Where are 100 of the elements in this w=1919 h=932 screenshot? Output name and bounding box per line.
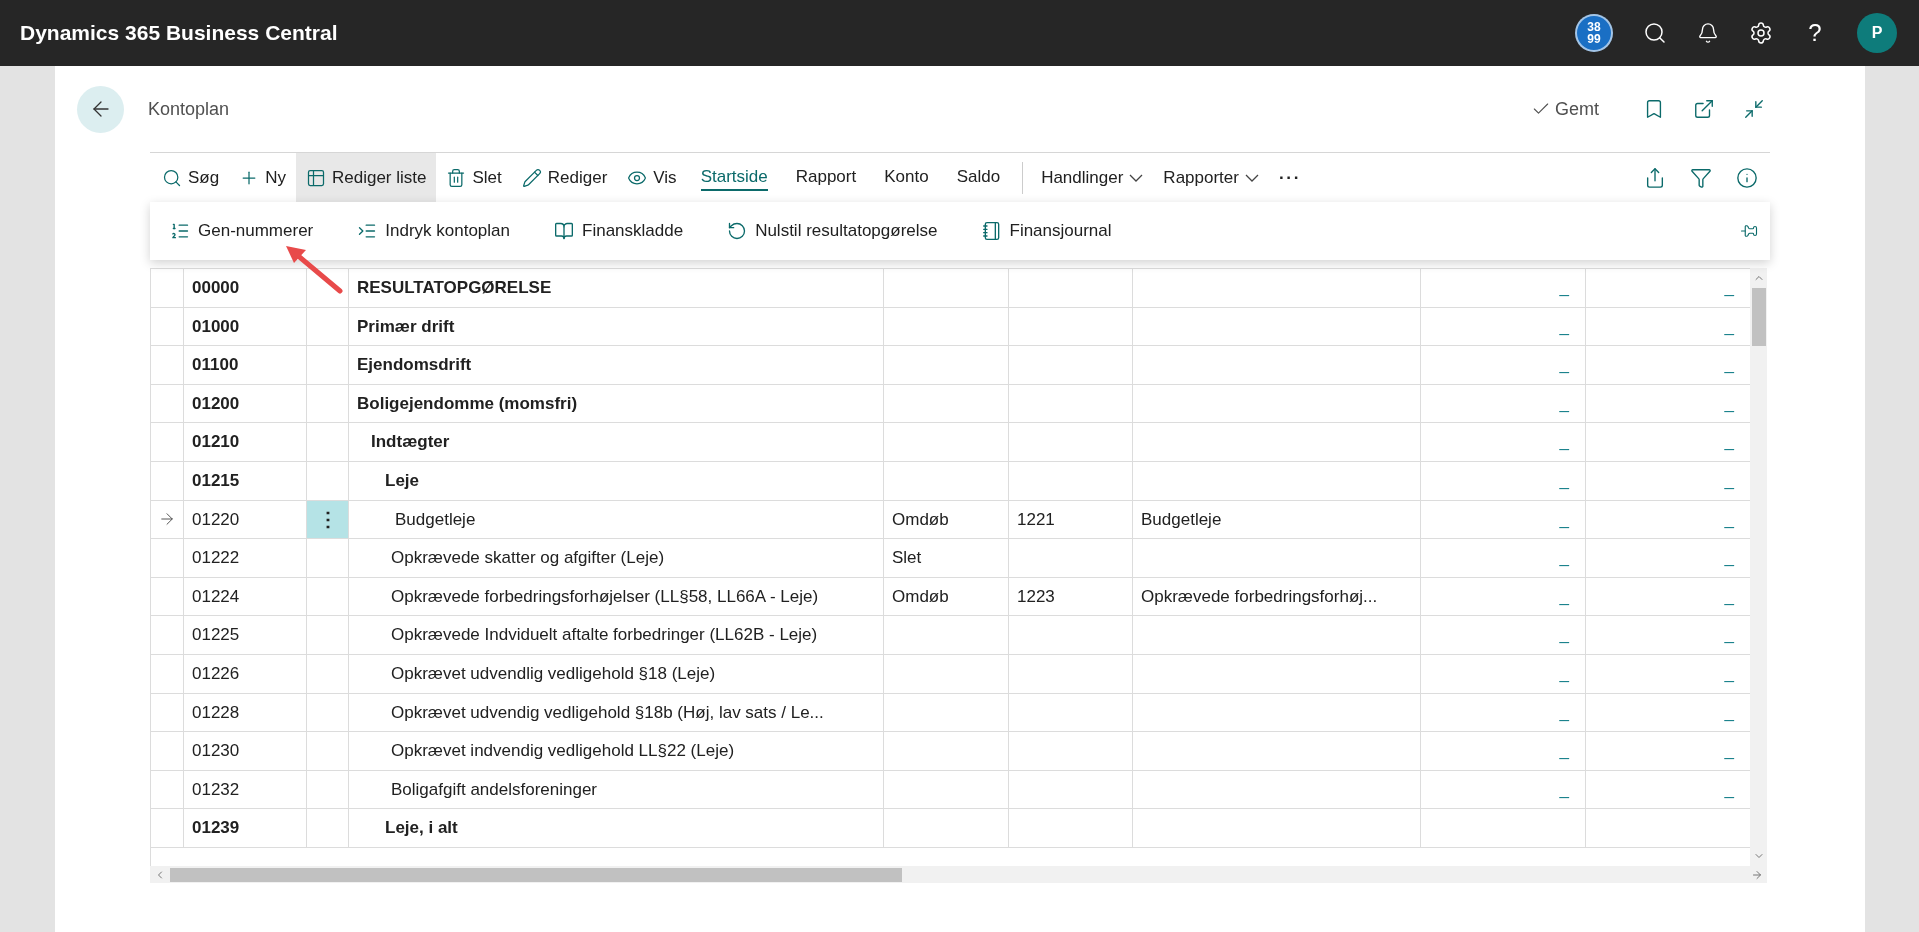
amount-link[interactable]: _ — [1559, 545, 1569, 571]
balance-link[interactable]: _ — [1724, 545, 1734, 571]
amount-link[interactable]: _ — [1559, 661, 1569, 687]
search-icon — [162, 167, 182, 188]
action-cell-text: Omdøb — [892, 585, 949, 608]
toolbar-menu[interactable]: Rapporter — [1153, 152, 1269, 203]
balance-link[interactable]: _ — [1724, 661, 1734, 687]
amount-link[interactable]: _ — [1559, 738, 1569, 764]
pin-icon[interactable] — [1740, 222, 1758, 240]
balance-link[interactable]: _ — [1724, 506, 1734, 533]
name-cell-text: Leje — [385, 470, 420, 492]
action-item[interactable]: Finansjournal — [973, 218, 1120, 244]
action-item[interactable]: Finanskladde — [546, 218, 692, 244]
new-number-cell-text: 1223 — [1017, 585, 1055, 608]
scrollbar-thumb[interactable] — [170, 867, 902, 882]
number-cell[interactable]: 01230 — [192, 738, 240, 764]
balance-link[interactable]: _ — [1724, 468, 1734, 494]
action-item[interactable]: Gen-nummerer — [162, 218, 322, 244]
toolbar-button[interactable]: Rediger — [511, 152, 618, 203]
number-cell[interactable]: 00000 — [192, 275, 240, 301]
horizontal-scrollbar[interactable] — [150, 866, 1767, 883]
ledger-icon — [981, 221, 1002, 241]
notification-badge[interactable]: 38 99 — [1575, 14, 1613, 52]
name-cell-text: Ejendomsdrift — [357, 354, 472, 377]
balance-link[interactable]: _ — [1724, 699, 1734, 726]
share-icon[interactable] — [1644, 166, 1666, 189]
amount-link[interactable]: _ — [1559, 390, 1569, 417]
name-cell-text: Opkrævet indvendig vedligehold LL§22 (Leje) — [391, 740, 735, 763]
amount-link[interactable]: _ — [1559, 468, 1569, 494]
trash-icon — [446, 167, 467, 188]
balance-link[interactable]: _ — [1724, 429, 1734, 455]
new-name-cell-text: Budgetleje — [1141, 508, 1222, 531]
toolbar-tab[interactable]: Startside — [686, 152, 782, 203]
number-cell[interactable]: 01228 — [192, 699, 240, 726]
amount-link[interactable]: _ — [1559, 313, 1569, 340]
more-button[interactable]: ··· — [1268, 152, 1312, 203]
toolbar-tab[interactable]: Konto — [870, 152, 943, 203]
number-cell[interactable]: 01215 — [192, 468, 240, 494]
number-cell[interactable]: 01210 — [192, 429, 240, 455]
balance-link[interactable]: _ — [1724, 313, 1734, 340]
collapse-icon[interactable] — [1743, 98, 1765, 120]
balance-link[interactable]: _ — [1724, 776, 1734, 803]
filter-icon[interactable] — [1690, 166, 1712, 189]
amount-link[interactable]: _ — [1559, 275, 1569, 301]
scrollbar-thumb[interactable] — [1751, 288, 1766, 346]
name-cell-text: Budgetleje — [395, 508, 476, 531]
settings-icon[interactable] — [1749, 21, 1773, 45]
amount-link[interactable]: _ — [1559, 699, 1569, 726]
number-cell[interactable]: 01224 — [192, 583, 240, 610]
amount-link[interactable]: _ — [1559, 506, 1569, 533]
action-item[interactable]: Nulstil resultatopgørelse — [719, 218, 946, 244]
number-cell[interactable]: 01200 — [192, 390, 240, 417]
toolbar-menu[interactable]: Handlinger — [1031, 152, 1154, 203]
toolbar-button[interactable]: Ny — [229, 152, 296, 203]
number-cell[interactable]: 01000 — [192, 313, 240, 340]
saved-label: Gemt — [1555, 97, 1599, 121]
renumber-icon — [170, 221, 190, 241]
toolbar-button[interactable]: Slet — [436, 152, 512, 203]
toolbar-tab[interactable]: Saldo — [942, 152, 1015, 203]
balance-link[interactable]: _ — [1724, 583, 1734, 610]
search-icon[interactable] — [1643, 21, 1667, 45]
action-cell-text: Omdøb — [892, 508, 949, 531]
number-cell[interactable]: 01222 — [192, 545, 240, 571]
number-cell[interactable]: 01100 — [192, 352, 239, 378]
table-edit-icon — [305, 167, 326, 188]
info-icon[interactable] — [1736, 166, 1758, 189]
number-cell[interactable]: 01239 — [192, 815, 240, 841]
action-cell-text: Slet — [892, 547, 922, 570]
vertical-scrollbar[interactable] — [1750, 268, 1767, 866]
number-cell[interactable]: 01220 — [192, 506, 240, 533]
open-new-window-icon[interactable] — [1693, 98, 1715, 120]
balance-link[interactable]: _ — [1724, 275, 1734, 301]
balance-link[interactable]: _ — [1724, 622, 1734, 648]
new-name-cell-text: Opkrævede forbedringsforhøj... — [1141, 585, 1378, 608]
back-button[interactable] — [77, 85, 124, 133]
chevron-down-icon — [1129, 173, 1144, 182]
journal-icon — [554, 221, 574, 241]
balance-link[interactable]: _ — [1724, 738, 1734, 764]
number-cell[interactable]: 01232 — [192, 776, 240, 803]
new-number-cell-text: 1221 — [1017, 508, 1055, 531]
toolbar-tab[interactable]: Rapport — [781, 152, 871, 203]
action-item[interactable]: Indryk kontoplan — [349, 218, 518, 244]
help-button[interactable]: ? — [1803, 15, 1827, 51]
toolbar-button[interactable]: Rediger liste — [295, 152, 437, 203]
toolbar-button[interactable]: Vis — [617, 152, 687, 203]
number-cell[interactable]: 01225 — [192, 622, 240, 648]
app-title: Dynamics 365 Business Central — [20, 20, 338, 47]
balance-link[interactable]: _ — [1724, 390, 1734, 417]
bell-icon[interactable] — [1697, 22, 1719, 44]
amount-link[interactable]: _ — [1559, 583, 1569, 610]
number-cell[interactable]: 01226 — [192, 661, 240, 687]
avatar[interactable]: P — [1857, 13, 1897, 53]
amount-link[interactable]: _ — [1559, 776, 1569, 803]
name-cell-text: Opkrævede Indviduelt aftalte forbedringer (LL62B - Leje) — [391, 624, 818, 647]
amount-link[interactable]: _ — [1559, 429, 1569, 455]
amount-link[interactable]: _ — [1559, 352, 1569, 378]
balance-link[interactable]: _ — [1724, 352, 1734, 378]
chevron-down-icon — [1244, 173, 1259, 182]
toolbar-button[interactable]: Søg — [152, 152, 230, 203]
amount-link[interactable]: _ — [1559, 622, 1569, 648]
